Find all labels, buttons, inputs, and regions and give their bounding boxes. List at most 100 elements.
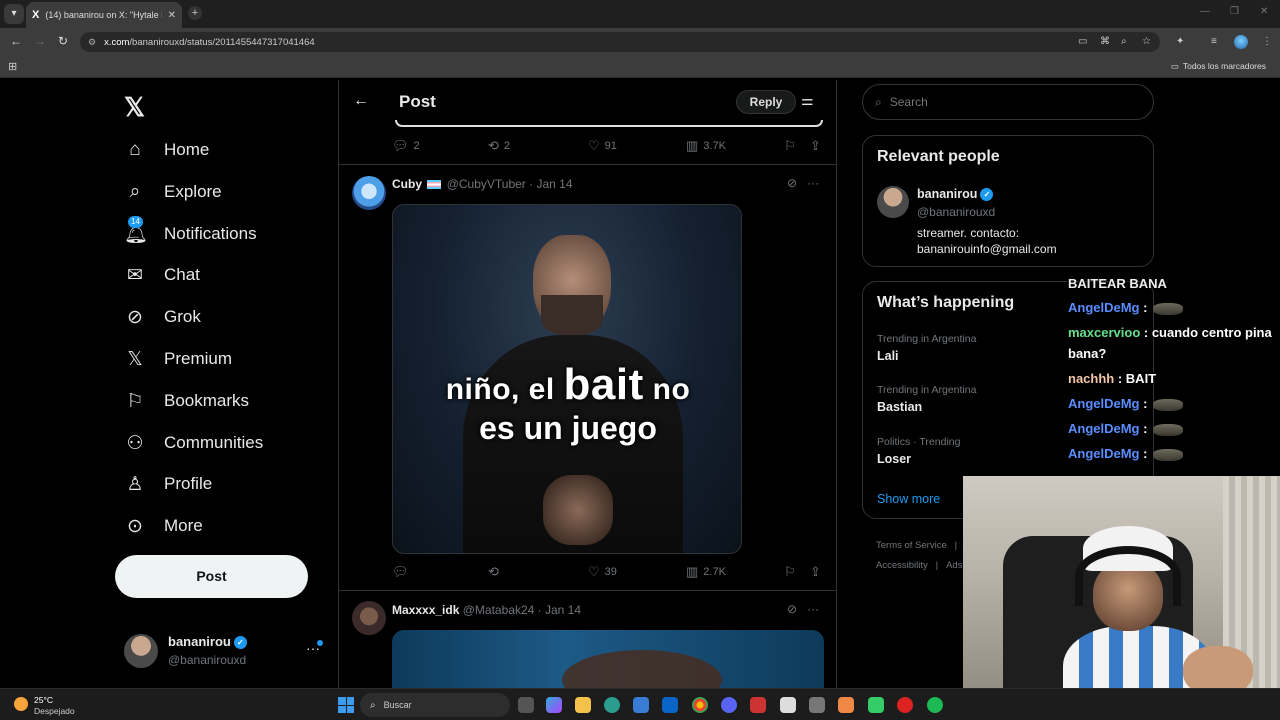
nav-profile[interactable]: ♙ Profile bbox=[124, 469, 212, 499]
avatar[interactable] bbox=[877, 186, 909, 218]
person-handle[interactable]: @bananirouxd bbox=[917, 205, 995, 219]
extensions-icon[interactable]: ✦ bbox=[1176, 36, 1184, 47]
nav-explore[interactable]: ⌕ Explore bbox=[124, 177, 222, 207]
forward-icon[interactable]: → bbox=[34, 34, 46, 48]
folder-icon: ▭ bbox=[1170, 61, 1179, 71]
post-button[interactable]: Post bbox=[115, 555, 308, 598]
cast-icon[interactable]: ▭ bbox=[1078, 36, 1087, 47]
views-action[interactable]: ▥ 2.7K bbox=[686, 564, 726, 580]
terms-link[interactable]: Terms of Service bbox=[876, 540, 947, 551]
restore-icon[interactable]: ❐ bbox=[1230, 6, 1239, 17]
person-name[interactable]: bananirou bbox=[917, 187, 977, 201]
nav-label: Home bbox=[164, 140, 210, 159]
bookmark-action[interactable]: ⚐ bbox=[784, 564, 796, 580]
page-title: Post bbox=[399, 92, 436, 111]
author-handle[interactable]: @CubyVTuber bbox=[447, 177, 526, 191]
notepad-icon[interactable] bbox=[780, 697, 796, 713]
task-view-icon[interactable] bbox=[518, 697, 534, 713]
back-arrow-icon[interactable]: ← bbox=[353, 92, 369, 110]
grok-icon[interactable]: ⊘ bbox=[787, 176, 797, 190]
nav-communities[interactable]: ⚇ Communities bbox=[124, 428, 263, 458]
more-dots-icon[interactable]: ··· bbox=[807, 602, 819, 616]
nav-notifications[interactable]: 🔔︎ 14 Notifications bbox=[124, 216, 257, 249]
sliders-icon[interactable]: ⚌ bbox=[801, 92, 814, 109]
like-action[interactable]: ♡ 39 bbox=[588, 564, 617, 580]
browser-menu-icon[interactable]: ⋮ bbox=[1262, 36, 1272, 47]
repost-action[interactable]: ⟲ 2 bbox=[488, 138, 510, 154]
edge-icon[interactable] bbox=[604, 697, 620, 713]
bookmark-action[interactable]: ⚐ bbox=[784, 138, 796, 154]
x-logo-icon[interactable]: 𝕏 bbox=[124, 92, 145, 123]
store-icon[interactable] bbox=[633, 697, 649, 713]
url-field[interactable]: ⚙ x.com/bananirouxd/status/2011455447317… bbox=[80, 32, 1160, 52]
author-name[interactable]: Cuby bbox=[392, 177, 422, 191]
browser-tab[interactable]: X (14) bananirou on X: "Hytale NO ✕ bbox=[26, 2, 182, 28]
reload-icon[interactable]: ↻ bbox=[58, 34, 68, 48]
like-action[interactable]: ♡ 91 bbox=[588, 138, 617, 154]
accessibility-link[interactable]: Accessibility bbox=[876, 560, 928, 571]
file-explorer-icon[interactable] bbox=[575, 697, 591, 713]
views-action[interactable]: ▥ 3.7K bbox=[686, 138, 726, 154]
all-bookmarks-button[interactable]: ▭ Todos los marcadores bbox=[1171, 61, 1270, 72]
app-icon[interactable] bbox=[838, 697, 854, 713]
nav-chat[interactable]: ✉ Chat bbox=[124, 260, 200, 290]
weather-condition: Despejado bbox=[34, 706, 75, 716]
tweet-date[interactable]: · Jan 14 bbox=[529, 177, 572, 191]
spotify-icon[interactable] bbox=[927, 697, 943, 713]
app-icon[interactable] bbox=[897, 697, 913, 713]
bell-icon: 🔔︎ 14 bbox=[124, 216, 149, 245]
tweet-image[interactable] bbox=[392, 630, 824, 688]
media-controls-icon[interactable]: ≡ bbox=[1211, 36, 1217, 47]
reply-action[interactable]: 💬︎ 2 bbox=[392, 138, 420, 154]
new-tab-icon[interactable]: + bbox=[188, 6, 202, 20]
nav-grok[interactable]: ⊘ Grok bbox=[124, 302, 201, 332]
views-icon: ▥ bbox=[686, 564, 699, 579]
repost-action[interactable]: ⟲ bbox=[488, 564, 499, 580]
discord-icon[interactable] bbox=[721, 697, 737, 713]
app-icon[interactable] bbox=[750, 697, 766, 713]
ads-link[interactable]: Ads bbox=[946, 560, 962, 571]
outlook-icon[interactable] bbox=[662, 697, 678, 713]
close-window-icon[interactable]: ✕ bbox=[1260, 6, 1268, 17]
share-action[interactable]: ⇪ bbox=[810, 564, 821, 580]
close-tab-icon[interactable]: ✕ bbox=[168, 10, 176, 21]
share-action[interactable]: ⇪ bbox=[810, 138, 821, 154]
account-switcher[interactable]: bananirou ✓ @bananirouxd ··· bbox=[124, 632, 324, 672]
taskbar-search[interactable]: ⌕ Buscar bbox=[360, 693, 510, 717]
reply-action[interactable]: 💬︎ bbox=[392, 564, 409, 580]
apps-grid-icon[interactable]: ⊞ bbox=[8, 60, 17, 73]
copilot-icon[interactable] bbox=[546, 697, 562, 713]
author-name[interactable]: Maxxxx_idk bbox=[392, 603, 459, 617]
zoom-icon[interactable]: ⌕ bbox=[1121, 36, 1127, 47]
trend-item[interactable]: Trending in Argentina Bastian bbox=[877, 384, 976, 414]
trend-item[interactable]: Politics · Trending Loser bbox=[877, 436, 960, 466]
app-icon[interactable] bbox=[868, 697, 884, 713]
reply-button[interactable]: Reply bbox=[736, 90, 796, 114]
x-icon: 𝕏 bbox=[127, 348, 143, 370]
chrome-icon[interactable] bbox=[692, 697, 708, 713]
nav-home[interactable]: ⌂ Home bbox=[124, 135, 209, 165]
tweet-image[interactable]: niño, el bait no es un juego bbox=[392, 204, 742, 554]
tab-search-icon[interactable]: ▾ bbox=[4, 4, 24, 24]
show-more-link[interactable]: Show more bbox=[877, 492, 940, 506]
grok-icon[interactable]: ⊘ bbox=[787, 602, 797, 616]
search-field[interactable]: ⌕ Search bbox=[862, 84, 1154, 120]
more-dots-icon[interactable]: ··· bbox=[807, 176, 819, 190]
back-icon[interactable]: ← bbox=[10, 34, 22, 48]
browser-profile-avatar[interactable] bbox=[1234, 35, 1248, 49]
nav-more[interactable]: ⊙ More bbox=[124, 511, 203, 541]
trend-item[interactable]: Trending in Argentina Lali bbox=[877, 333, 976, 363]
bookmark-star-icon[interactable]: ☆ bbox=[1142, 36, 1151, 47]
translate-icon[interactable]: ⌘ bbox=[1100, 36, 1110, 47]
windows-start-icon[interactable] bbox=[338, 697, 354, 713]
repost-icon: ⟲ bbox=[488, 138, 499, 153]
avatar[interactable] bbox=[352, 601, 386, 635]
site-info-icon[interactable]: ⚙ bbox=[88, 37, 96, 48]
tweet-date[interactable]: · Jan 14 bbox=[538, 603, 581, 617]
minimize-icon[interactable]: — bbox=[1200, 6, 1210, 17]
author-handle[interactable]: @Matabak24 bbox=[463, 603, 535, 617]
app-icon[interactable] bbox=[809, 697, 825, 713]
nav-bookmarks[interactable]: ⚐ Bookmarks bbox=[124, 386, 249, 416]
avatar[interactable] bbox=[352, 176, 386, 210]
nav-premium[interactable]: 𝕏 Premium bbox=[124, 344, 232, 374]
